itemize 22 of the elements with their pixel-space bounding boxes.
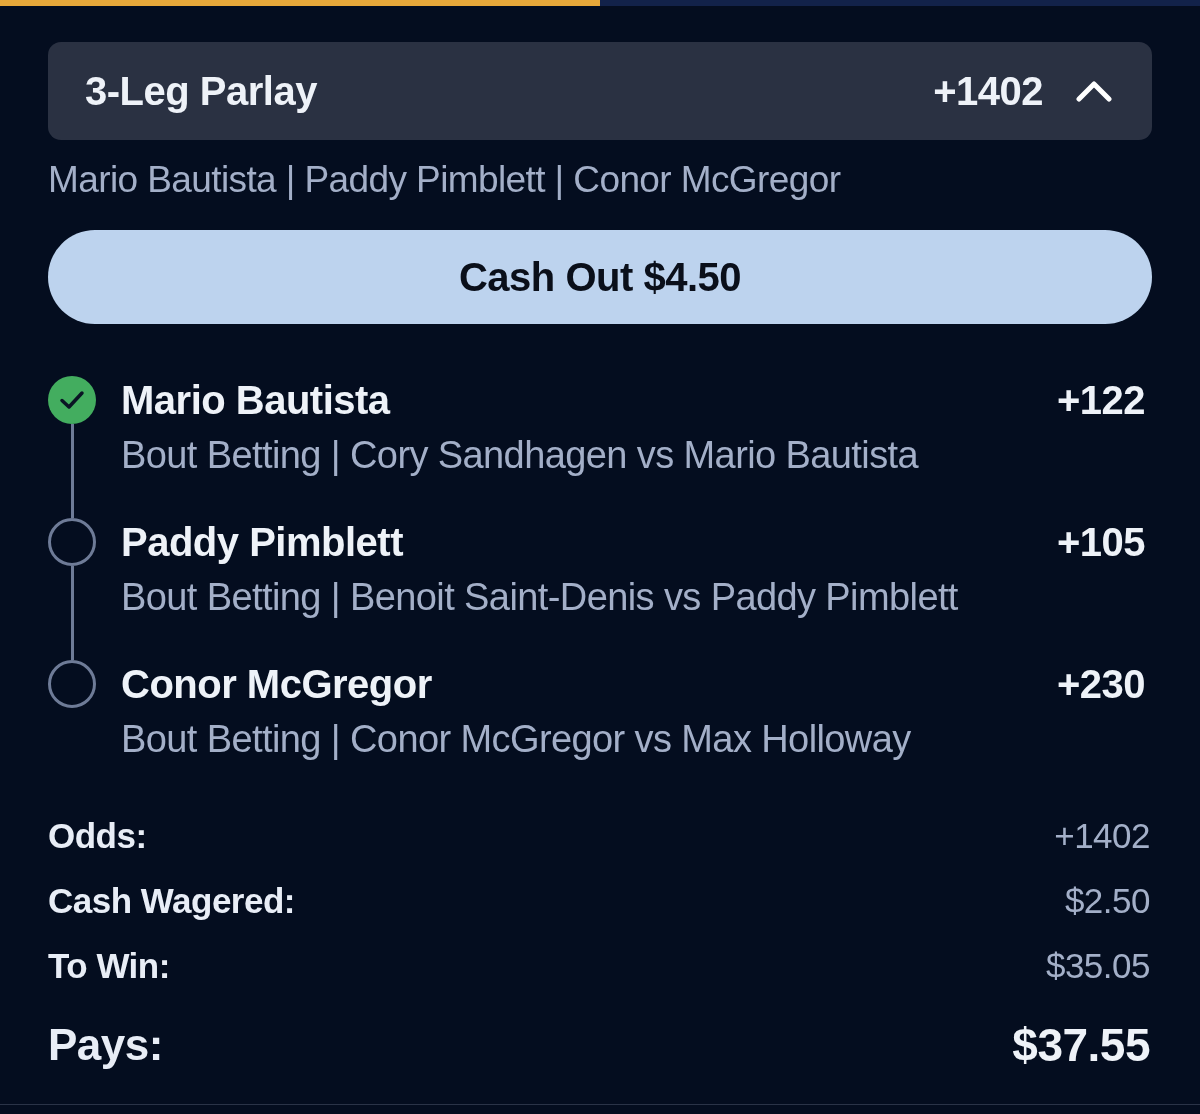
cash-out-button[interactable]: Cash Out $4.50 xyxy=(48,230,1152,324)
leg-market: Bout Betting | Cory Sandhagen vs Mario Bautista xyxy=(121,433,920,477)
parlay-odds: +1402 xyxy=(933,68,1043,114)
summary-label: To Win: xyxy=(48,945,170,987)
summary-label: Cash Wagered: xyxy=(48,880,295,922)
summary-label: Pays: xyxy=(48,1019,163,1071)
selections-summary: Mario Bautista | Paddy Pimblett | Conor McGregor xyxy=(48,158,841,202)
leg-name: Paddy Pimblett xyxy=(121,519,404,566)
leg-odds: +230 xyxy=(1056,661,1146,708)
parlay-header[interactable]: 3-Leg Parlay +1402 xyxy=(48,42,1152,140)
summary-label: Odds: xyxy=(48,815,147,857)
leg-market: Bout Betting | Conor McGregor vs Max Holloway xyxy=(121,717,912,761)
leg-name: Mario Bautista xyxy=(121,377,392,424)
leg-odds: +105 xyxy=(1056,519,1146,566)
parlay-title: 3-Leg Parlay xyxy=(85,68,317,114)
summary-value: $35.05 xyxy=(1045,945,1150,987)
summary-value: +1402 xyxy=(1054,815,1150,857)
summary-value: $37.55 xyxy=(1012,1018,1150,1073)
leg-market: Bout Betting | Benoit Saint-Denis vs Paddy Pimblett xyxy=(121,575,959,619)
summary-value: $2.50 xyxy=(1064,880,1150,922)
leg-name: Conor McGregor xyxy=(121,661,433,708)
leg-odds: +122 xyxy=(1056,377,1146,424)
